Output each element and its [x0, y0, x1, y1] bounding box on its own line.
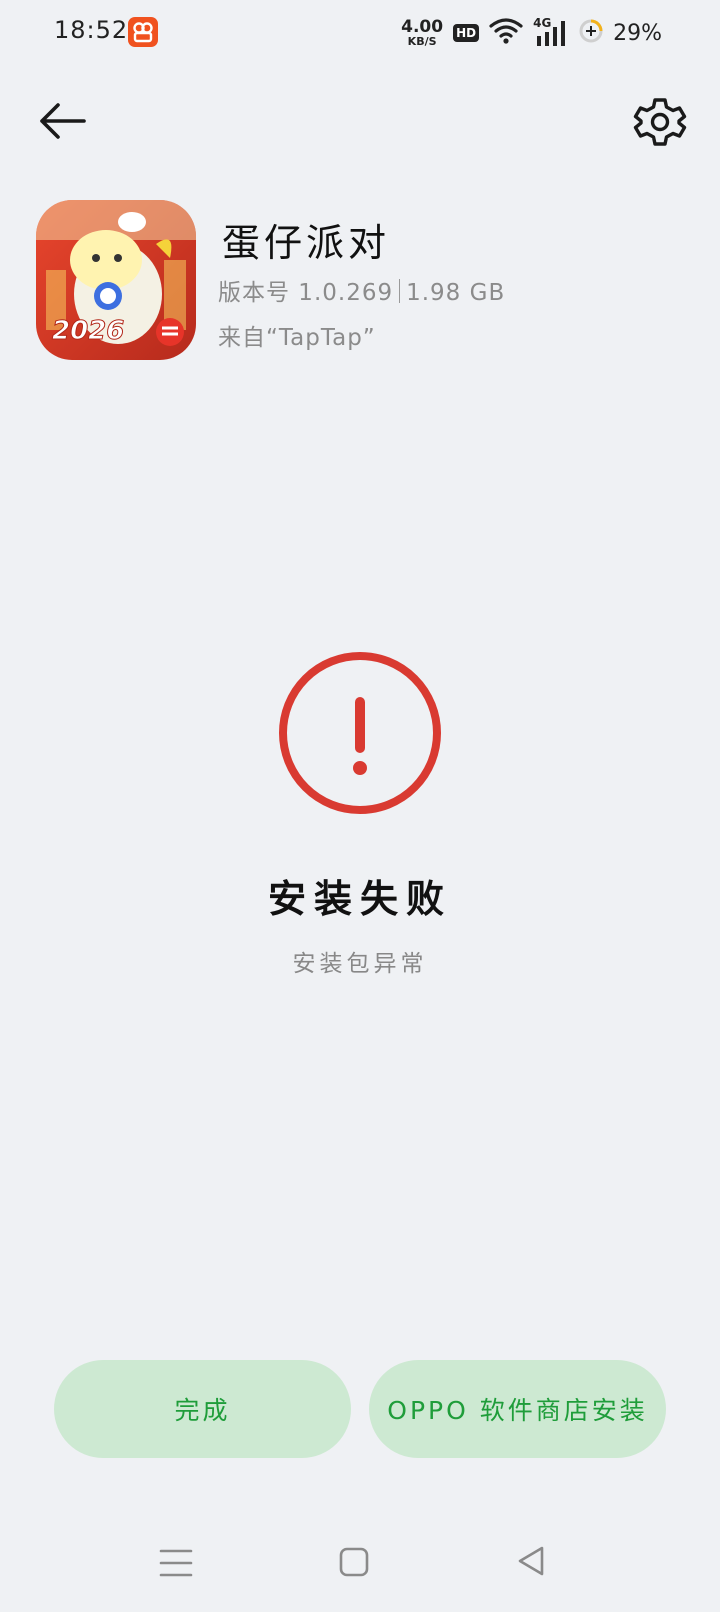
install-status-reason: 安装包异常: [292, 951, 428, 977]
triangle-back-icon: [518, 1546, 544, 1576]
network-speed: 4.00 KB/S: [401, 17, 444, 48]
install-status-title: 安装失败: [267, 877, 452, 921]
home-square-icon: [339, 1547, 369, 1577]
back-button[interactable]: [34, 96, 90, 146]
status-bar: 18:52 4.00 KB/S HD 4G 29%: [0, 0, 720, 64]
gear-icon: [633, 98, 687, 146]
battery-icon: [579, 19, 603, 47]
app-name: 蛋仔派对: [222, 221, 391, 265]
network-speed-value: 4.00: [401, 17, 444, 37]
app-icon: 2026: [36, 200, 196, 360]
home-button[interactable]: [338, 1546, 370, 1578]
app-size: 1.98 GB: [406, 280, 506, 306]
settings-button[interactable]: [632, 94, 688, 150]
done-button[interactable]: 完成: [54, 1360, 351, 1458]
nav-back-button[interactable]: [516, 1544, 546, 1578]
back-arrow-icon: [40, 103, 86, 139]
navigation-bar: [0, 1530, 720, 1594]
notification-app-icon: [128, 17, 158, 47]
menu-icon: [159, 1549, 193, 1577]
app-icon-year: 2026: [51, 316, 125, 347]
app-version: 版本号 1.0.269: [218, 280, 394, 306]
battery-percent: 29%: [613, 20, 662, 46]
oppo-store-install-button[interactable]: OPPO 软件商店安装: [369, 1360, 666, 1458]
alert-circle-icon: [277, 650, 443, 816]
hd-badge: HD: [453, 24, 480, 42]
top-bar: [0, 88, 720, 158]
network-speed-unit: KB/S: [407, 35, 437, 48]
cellular-signal-icon: 4G: [533, 16, 569, 48]
status-time: 18:52: [54, 16, 129, 44]
app-version-size: 版本号 1.0.269 1.98 GB: [218, 273, 505, 307]
status-indicators: 4.00 KB/S HD 4G 29%: [401, 16, 662, 50]
wifi-icon: [489, 17, 523, 49]
meta-divider: [399, 279, 401, 303]
app-source: 来自“TapTap”: [218, 325, 376, 351]
recent-apps-button[interactable]: [158, 1546, 194, 1580]
